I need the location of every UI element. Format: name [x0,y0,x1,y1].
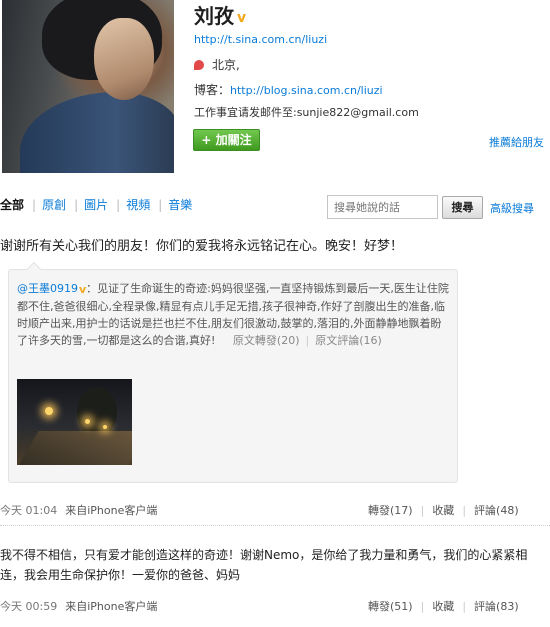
tab-all[interactable]: 全部 [0,198,24,212]
thumb-lamp [103,425,107,429]
action-separator: | [420,504,425,517]
location-text: 北京, [212,58,240,72]
original-comment-link[interactable]: 原文評論(16) [315,334,382,347]
post-actions: 轉發(17) | 收藏 | 評論(48) [368,502,519,518]
repost-body: @王墨0919v：见证了生命诞生的奇迹:妈妈很坚强,一直坚持锻炼到最后一天,医生… [17,280,449,349]
location-row: 北京, [194,56,240,73]
post-text: 谢谢所有关心我们的朋友！你们的爱我将永远铭记在心。晚安！好梦！ [0,239,404,254]
post-source[interactable]: 来自iPhone客户端 [65,600,157,613]
post-divider [0,525,550,526]
repost-caret [26,261,42,277]
original-forward-link[interactable]: 原文轉發(20) [233,334,300,347]
photo-face [94,18,154,100]
repost-box: @王墨0919v：见证了生命诞生的奇迹:妈妈很坚强,一直坚持锻炼到最后一天,医生… [8,261,458,483]
location-pin-icon [194,60,204,70]
repost-thumbnail-image[interactable] [17,379,132,465]
profile-photo[interactable] [2,0,174,173]
tab-separator: | [32,198,37,212]
thumb-lamp [45,407,53,415]
email-line: 工作事宜请发邮件至:sunjie822@gmail.com [194,106,419,119]
search-button[interactable]: 搜尋 [442,196,483,219]
action-separator: | [462,600,467,613]
filter-tabs: 全部 | 原創 | 圖片 | 視頻 | 音樂 [0,196,194,213]
advanced-search-link[interactable]: 高級搜尋 [490,200,534,216]
forward-link[interactable]: 轉發(51) [368,600,413,613]
thumb-road [17,431,132,465]
profile-name-row: 刘孜 v [194,0,246,29]
verified-badge-icon: v [237,9,247,26]
link-separator: | [305,333,310,347]
post-time[interactable]: 今天 01:04 [0,504,57,517]
tab-pictures[interactable]: 圖片 [84,198,108,212]
post-time[interactable]: 今天 00:59 [0,600,57,613]
post-actions: 轉發(51) | 收藏 | 評論(83) [368,598,519,614]
blog-label: 博客： [194,83,231,97]
repost-author-link[interactable]: @王墨0919 [17,282,78,295]
tab-separator: | [116,198,121,212]
tab-music[interactable]: 音樂 [168,198,192,212]
post-meta: 今天 01:04 来自iPhone客户端 [0,502,157,518]
thumb-lamp [85,419,90,424]
thumb-tree [77,387,117,437]
post-meta: 今天 00:59 来自iPhone客户端 [0,598,157,614]
recommend-to-friend-link[interactable]: 推薦給朋友 [489,134,544,150]
post-text: 我不得不相信，只有爱才能创造这样的奇迹！谢谢Nemo，是你给了我力量和勇气，我们… [0,548,528,582]
tab-separator: | [158,198,163,212]
profile-name: 刘孜 [194,4,234,28]
post-source[interactable]: 来自iPhone客户端 [65,504,157,517]
search-input[interactable] [327,195,438,219]
photo-shoulder [20,92,174,173]
favorite-link[interactable]: 收藏 [432,600,454,613]
tab-videos[interactable]: 視頻 [126,198,150,212]
forward-link[interactable]: 轉發(17) [368,504,413,517]
comment-link[interactable]: 評論(83) [474,600,519,613]
follow-button[interactable]: + 加關注 [193,129,260,151]
tab-original[interactable]: 原創 [42,198,66,212]
blog-link[interactable]: http://blog.sina.com.cn/liuzi [230,84,383,97]
favorite-link[interactable]: 收藏 [432,504,454,517]
profile-url-link[interactable]: http://t.sina.com.cn/liuzi [194,33,327,46]
comment-link[interactable]: 評論(48) [474,504,519,517]
action-separator: | [420,600,425,613]
tab-separator: | [74,198,79,212]
blog-row: 博客：http://blog.sina.com.cn/liuzi [194,81,383,98]
action-separator: | [462,504,467,517]
